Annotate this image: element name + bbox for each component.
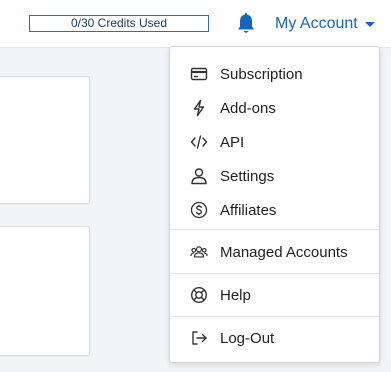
bell-icon[interactable]: [235, 12, 257, 36]
menu-item-label: Settings: [220, 167, 275, 185]
content-card: [0, 226, 90, 356]
credits-usage-indicator: 0/30 Credits Used: [29, 15, 209, 32]
credit-card-icon: [190, 65, 208, 83]
top-navbar: 0/30 Credits Used My Account: [0, 0, 391, 48]
menu-item-label: Subscription: [220, 65, 303, 83]
content-card: [0, 76, 90, 204]
dollar-circle-icon: [190, 201, 208, 219]
menu-divider: [170, 316, 379, 317]
menu-item-label: API: [220, 133, 245, 151]
menu-item-label: Affiliates: [220, 201, 277, 219]
menu-divider: [170, 229, 379, 230]
sign-out-icon: [190, 329, 208, 347]
users-icon: [190, 243, 208, 261]
menu-item-help[interactable]: Help: [170, 280, 379, 310]
menu-item-subscription[interactable]: Subscription: [170, 59, 379, 89]
my-account-dropdown[interactable]: My Account: [275, 14, 375, 34]
menu-item-label: Managed Accounts: [220, 243, 348, 261]
menu-item-managed-accounts[interactable]: Managed Accounts: [170, 237, 379, 267]
menu-item-settings[interactable]: Settings: [170, 161, 379, 191]
my-account-label: My Account: [275, 15, 358, 32]
life-ring-icon: [190, 286, 208, 304]
user-icon: [190, 167, 208, 185]
account-dropdown-menu: Subscription Add-ons API Settings Affili…: [169, 46, 380, 363]
code-icon: [190, 133, 208, 151]
menu-item-affiliates[interactable]: Affiliates: [170, 195, 379, 225]
menu-item-add-ons[interactable]: Add-ons: [170, 93, 379, 123]
caret-down-icon: [364, 21, 375, 27]
menu-item-log-out[interactable]: Log-Out: [170, 323, 379, 353]
menu-divider: [170, 273, 379, 274]
menu-item-api[interactable]: API: [170, 127, 379, 157]
bolt-icon: [190, 99, 208, 117]
menu-item-label: Add-ons: [220, 99, 276, 117]
menu-item-label: Log-Out: [220, 329, 275, 347]
menu-item-label: Help: [220, 286, 251, 304]
